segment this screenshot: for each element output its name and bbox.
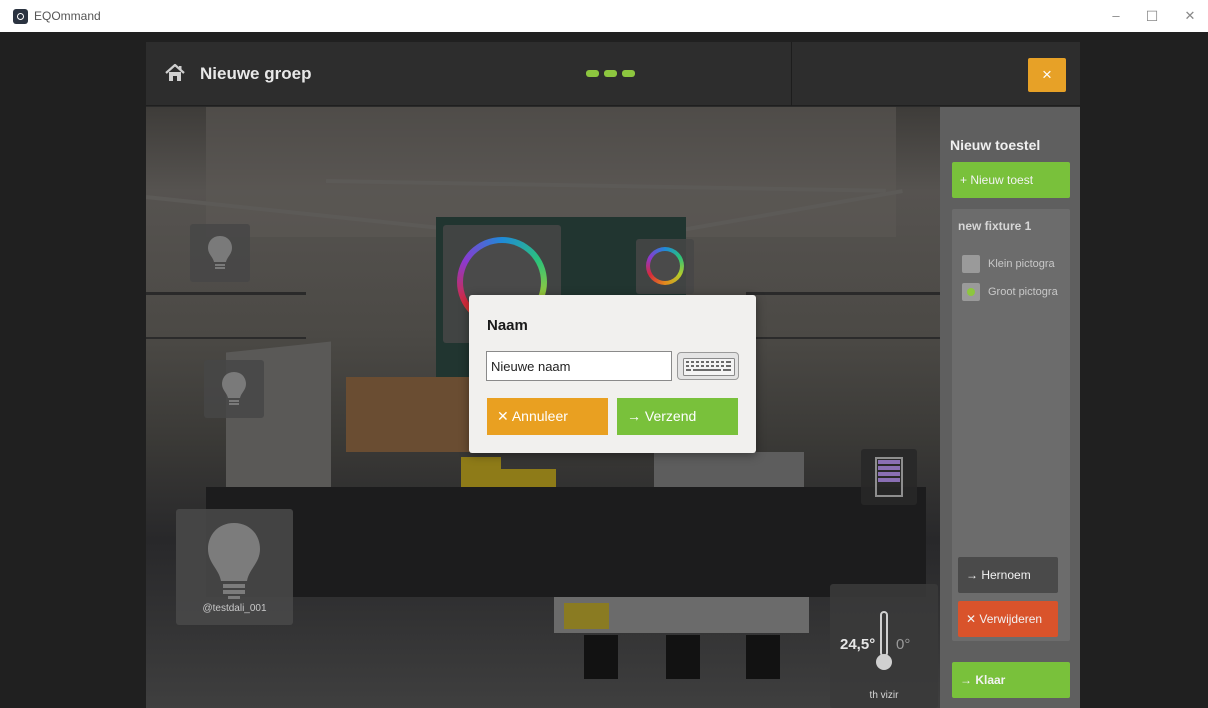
fixture-tile-testdali[interactable]: @testdali_001 xyxy=(176,509,293,625)
fixture-caption: @testdali_001 xyxy=(202,603,267,614)
option-large-icon[interactable]: Groot pictogra xyxy=(962,283,1066,301)
name-input[interactable] xyxy=(486,351,672,381)
home-icon[interactable] xyxy=(164,62,186,84)
railing xyxy=(146,337,306,339)
lightbulb-icon xyxy=(208,236,232,269)
cancel-button[interactable]: ✕ Annuleer xyxy=(487,398,608,435)
page-dot[interactable] xyxy=(622,70,635,77)
window-title: EQOmmand xyxy=(34,9,101,23)
page-dot[interactable] xyxy=(604,70,617,77)
keyboard-button[interactable] xyxy=(677,352,739,380)
fixture-tile-blind[interactable] xyxy=(861,449,917,505)
name-dialog: Naam ✕ Annuleer → Verzend xyxy=(469,295,756,453)
maximize-button[interactable]: ☐ xyxy=(1138,6,1166,26)
fixture-tile-rgb-small[interactable] xyxy=(636,239,694,294)
send-button[interactable]: → Verzend xyxy=(617,398,738,435)
header-divider xyxy=(791,42,792,106)
chair xyxy=(746,635,780,679)
chair xyxy=(666,635,700,679)
page-dot[interactable] xyxy=(586,70,599,77)
board-on-table xyxy=(564,603,609,629)
done-button[interactable]: → Klaar xyxy=(952,662,1070,698)
window-close-button[interactable]: ✕ xyxy=(1176,6,1204,26)
option-label: Groot pictogra xyxy=(988,285,1058,298)
lightbulb-icon xyxy=(208,523,260,599)
rename-button[interactable]: → Hernoem xyxy=(958,557,1058,593)
window-title-bar: EQOmmand – ☐ ✕ xyxy=(0,0,1208,32)
fixture-name: new fixture 1 xyxy=(958,219,1032,233)
keyboard-icon xyxy=(683,358,735,376)
close-group-button[interactable]: × xyxy=(1028,58,1066,92)
setpoint-value: 0° xyxy=(896,636,911,653)
side-panel-title: Nieuw toestel xyxy=(950,137,1041,153)
page-indicator[interactable] xyxy=(586,70,635,78)
lightbulb-icon xyxy=(222,372,246,405)
dialog-title: Naam xyxy=(487,317,528,334)
option-small-icon[interactable]: Klein pictogra xyxy=(962,255,1066,273)
app-logo-icon xyxy=(13,9,28,24)
group-title: Nieuwe groep xyxy=(200,64,312,83)
device-side-panel: Nieuw toestel + Nieuw toest new fixture … xyxy=(940,107,1080,708)
color-wheel-center xyxy=(650,251,680,281)
thermometer-icon xyxy=(876,611,892,670)
temperature-value: 24,5° xyxy=(840,636,876,653)
chair xyxy=(584,635,618,679)
fixture-tile-bulb[interactable] xyxy=(204,360,264,418)
checkbox-icon[interactable] xyxy=(962,255,980,273)
fixture-tile-bulb[interactable] xyxy=(190,224,250,282)
radio-selected-icon[interactable] xyxy=(962,283,980,301)
blind-icon xyxy=(875,457,903,497)
fixture-settings: new fixture 1 Klein pictogra Groot picto… xyxy=(952,209,1070,641)
thermostat-caption: th vizir xyxy=(869,690,899,701)
floor-mat xyxy=(206,487,926,597)
option-label: Klein pictogra xyxy=(988,257,1055,270)
minimize-button[interactable]: – xyxy=(1102,6,1130,26)
app-header: Nieuwe groep × xyxy=(146,42,1080,106)
delete-button[interactable]: ✕ Verwijderen xyxy=(958,601,1058,637)
new-device-button[interactable]: + Nieuw toest xyxy=(952,162,1070,198)
mezzanine-right xyxy=(746,292,940,422)
railing xyxy=(746,337,940,339)
thermostat-tile[interactable]: 24,5° 0° th vizir xyxy=(830,584,938,708)
